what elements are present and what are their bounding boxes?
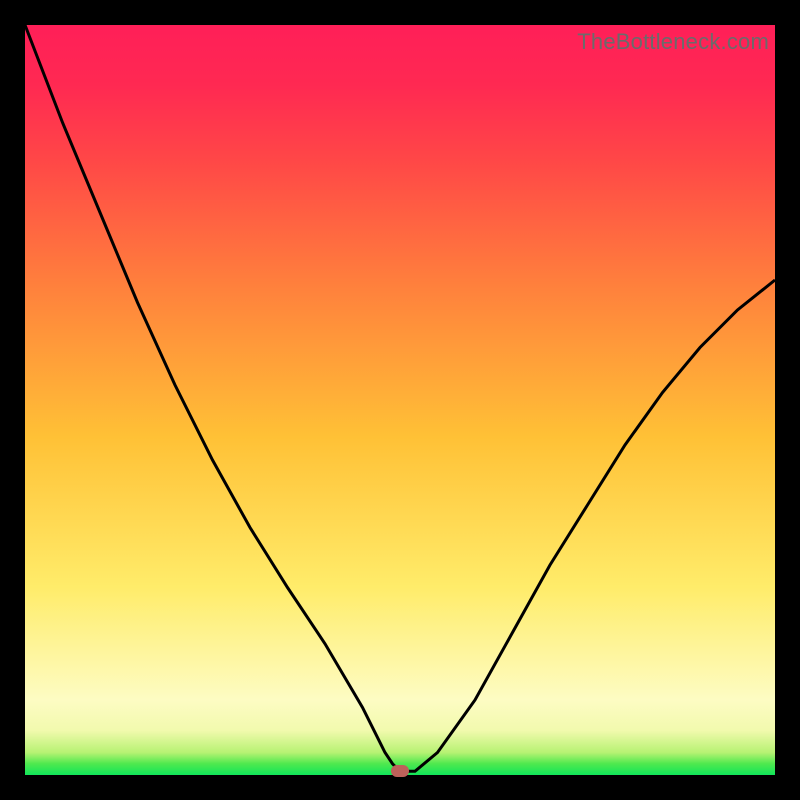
chart-plot-area: TheBottleneck.com — [25, 25, 775, 775]
bottleneck-curve — [25, 25, 775, 775]
optimal-point-marker — [391, 765, 409, 777]
chart-frame: TheBottleneck.com — [0, 0, 800, 800]
curve-path — [25, 25, 775, 771]
